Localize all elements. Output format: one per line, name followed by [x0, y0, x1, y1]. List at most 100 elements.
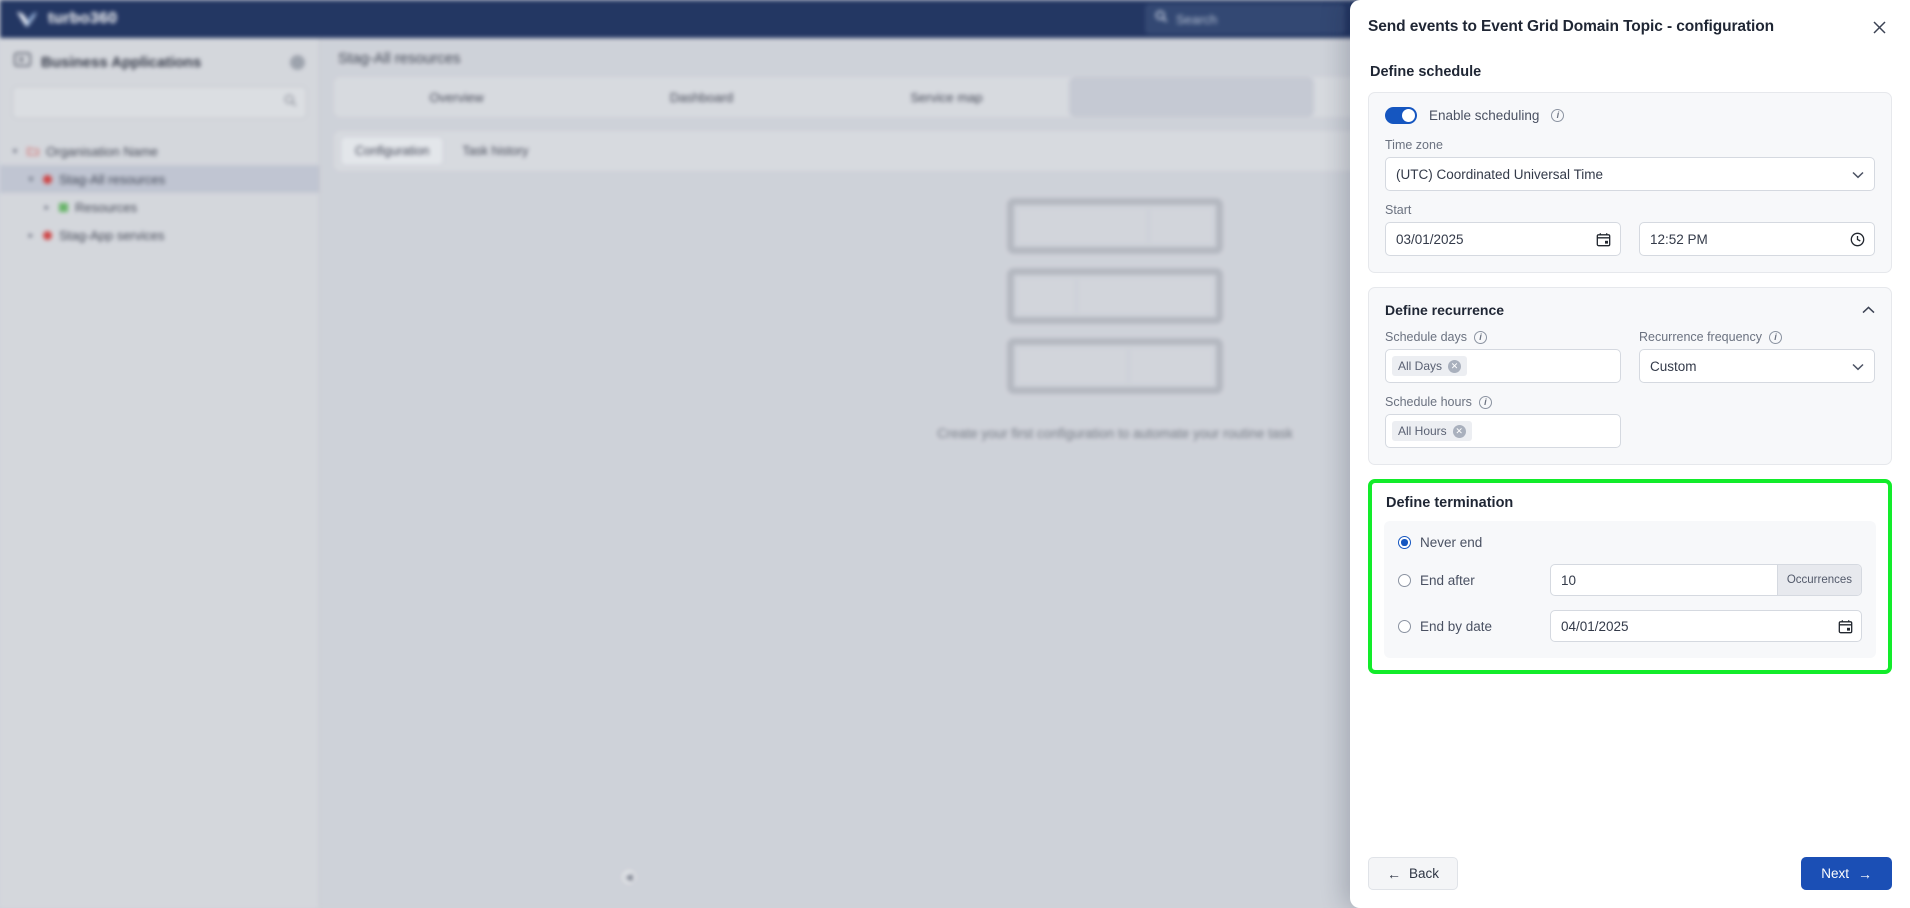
chevron-down-icon[interactable]: ▾	[26, 174, 36, 185]
recurrence-row-2: Schedule hours i All Hours ✕	[1385, 395, 1875, 448]
termination-option-end-by-date[interactable]: End by date 04/01/2025	[1398, 610, 1862, 642]
close-icon[interactable]	[1866, 14, 1892, 40]
chevron-down-icon[interactable]: ▾	[10, 146, 20, 157]
enable-scheduling-row: Enable scheduling i	[1385, 107, 1875, 124]
define-schedule-heading: Define schedule	[1370, 64, 1482, 80]
arrow-left-icon: ←	[1387, 865, 1401, 882]
start-time-value: 12:52 PM	[1650, 231, 1708, 247]
start-label-text: Start	[1385, 203, 1412, 217]
brand-name: turbo360	[48, 10, 118, 27]
define-recurrence-heading: Define recurrence	[1385, 302, 1505, 318]
schedule-hours-tag-input[interactable]: All Hours ✕	[1385, 414, 1621, 448]
termination-option-end-after[interactable]: End after 10 Occurrences	[1398, 564, 1862, 596]
gear-icon[interactable]	[290, 54, 305, 70]
define-termination-card: Never end End after 10 Occurrences End b…	[1384, 521, 1876, 658]
schedule-days-tag: All Days ✕	[1392, 356, 1468, 376]
calendar-icon[interactable]	[1829, 611, 1861, 641]
schedule-hours-label-text: Schedule hours	[1385, 395, 1472, 409]
back-button-label: Back	[1409, 866, 1440, 881]
global-search-placeholder: Search	[1176, 11, 1218, 27]
schedule-days-tag-label: All Days	[1398, 359, 1443, 373]
sidebar: Business Applications ▾ Organisation Nam…	[0, 38, 320, 908]
panel-body: Define schedule Enable scheduling i Time…	[1350, 48, 1910, 843]
empty-state-text: Create your first configuration to autom…	[937, 426, 1293, 441]
calendar-icon[interactable]	[1586, 232, 1620, 247]
chevron-down-icon	[1852, 359, 1864, 374]
status-dot-icon	[43, 174, 52, 184]
placeholder-skeleton-row	[1007, 198, 1223, 254]
occurrences-value: 10	[1561, 572, 1577, 588]
global-search-input[interactable]: Search	[1145, 4, 1345, 34]
timezone-select[interactable]: (UTC) Coordinated Universal Time	[1385, 157, 1875, 191]
back-button[interactable]: ← Back	[1368, 857, 1459, 890]
next-button-label: Next	[1821, 866, 1849, 881]
occurrences-input-group[interactable]: 10 Occurrences	[1550, 564, 1862, 596]
radio-end-after-label: End after	[1420, 572, 1475, 588]
sidebar-title: Business Applications	[41, 53, 202, 71]
radio-never-end[interactable]	[1398, 536, 1411, 549]
tab-dashboard[interactable]: Dashboard	[579, 90, 824, 105]
start-label: Start	[1385, 203, 1875, 217]
remove-tag-icon[interactable]: ✕	[1448, 359, 1462, 373]
subtab-task-history[interactable]: Task history	[448, 137, 542, 165]
arrow-right-icon: →	[1858, 865, 1872, 882]
panel-footer: ← Back Next →	[1350, 843, 1910, 908]
radio-end-by-date[interactable]	[1398, 619, 1411, 633]
start-time-input[interactable]: 12:52 PM	[1639, 222, 1875, 256]
start-date-value: 03/01/2025	[1396, 231, 1464, 247]
business-applications-icon	[14, 52, 31, 72]
sidebar-collapse-button[interactable]: ◀	[620, 868, 638, 886]
chevron-right-icon[interactable]: ▸	[26, 230, 36, 241]
chevron-down-icon	[1852, 167, 1864, 182]
info-icon[interactable]: i	[1551, 109, 1565, 122]
tree-item-stag-app-services[interactable]: ▸ Stag-App services	[0, 221, 319, 249]
tree-item-label: Stag-App services	[59, 227, 165, 243]
timezone-label: Time zone	[1385, 138, 1875, 152]
recurrence-frequency-label: Recurrence frequency i	[1639, 330, 1875, 344]
info-icon[interactable]: i	[1768, 330, 1782, 344]
end-by-date-input[interactable]: 04/01/2025	[1550, 610, 1862, 642]
sidebar-search-input[interactable]	[12, 86, 307, 119]
configuration-slideover-panel: Send events to Event Grid Domain Topic -…	[1350, 0, 1910, 908]
schedule-hours-tag-label: All Hours	[1398, 424, 1447, 438]
tree-item-label: Organisation Name	[46, 143, 158, 159]
schedule-days-tag-input[interactable]: All Days ✕	[1385, 349, 1621, 383]
tree-item-stag-all-resources[interactable]: ▾ Stag-All resources	[0, 165, 319, 193]
info-icon[interactable]: i	[1474, 330, 1488, 344]
define-recurrence-header[interactable]: Define recurrence	[1385, 302, 1875, 318]
enable-scheduling-toggle[interactable]	[1385, 107, 1417, 124]
tab-service-map[interactable]: Service map	[824, 90, 1069, 105]
tree-item-label: Resources	[75, 199, 138, 215]
radio-never-end-label: Never end	[1420, 535, 1483, 550]
tree-item-resources[interactable]: ▸ Resources	[0, 193, 319, 221]
tree-item-organisation[interactable]: ▾ Organisation Name	[0, 137, 319, 165]
remove-tag-icon[interactable]: ✕	[1452, 424, 1466, 438]
define-schedule-card: Enable scheduling i Time zone (UTC) Coor…	[1368, 92, 1892, 273]
start-fields-row: 03/01/2025 12:52 PM	[1385, 222, 1875, 256]
brand-logo[interactable]: turbo360	[0, 9, 300, 29]
tab-automation[interactable]	[1069, 77, 1314, 117]
panel-title: Send events to Event Grid Domain Topic -…	[1368, 18, 1774, 35]
status-dot-icon	[43, 230, 52, 240]
recurrence-frequency-select[interactable]: Custom	[1639, 349, 1875, 383]
schedule-days-label-text: Schedule days	[1385, 330, 1468, 344]
chevron-right-icon[interactable]: ▸	[42, 202, 52, 213]
next-button[interactable]: Next →	[1801, 857, 1892, 890]
timezone-value: (UTC) Coordinated Universal Time	[1396, 166, 1604, 182]
search-icon	[1155, 10, 1168, 28]
timezone-label-text: Time zone	[1385, 138, 1443, 152]
recurrence-frequency-label-text: Recurrence frequency	[1639, 330, 1762, 344]
start-date-input[interactable]: 03/01/2025	[1385, 222, 1621, 256]
subtab-configuration[interactable]: Configuration	[340, 136, 445, 166]
define-termination-highlight: Define termination Never end End after 1…	[1368, 479, 1892, 674]
tab-overview[interactable]: Overview	[334, 90, 579, 105]
chevron-up-icon[interactable]	[1862, 303, 1875, 317]
termination-option-never-end[interactable]: Never end	[1398, 535, 1862, 550]
clock-icon[interactable]	[1840, 232, 1874, 247]
end-by-date-value: 04/01/2025	[1561, 618, 1629, 634]
info-icon[interactable]: i	[1478, 395, 1492, 409]
search-icon	[284, 94, 297, 112]
schedule-hours-tag: All Hours ✕	[1392, 421, 1472, 441]
recurrence-row-1: Schedule days i All Days ✕ Recurrence fr…	[1385, 330, 1875, 383]
radio-end-after[interactable]	[1398, 573, 1411, 587]
